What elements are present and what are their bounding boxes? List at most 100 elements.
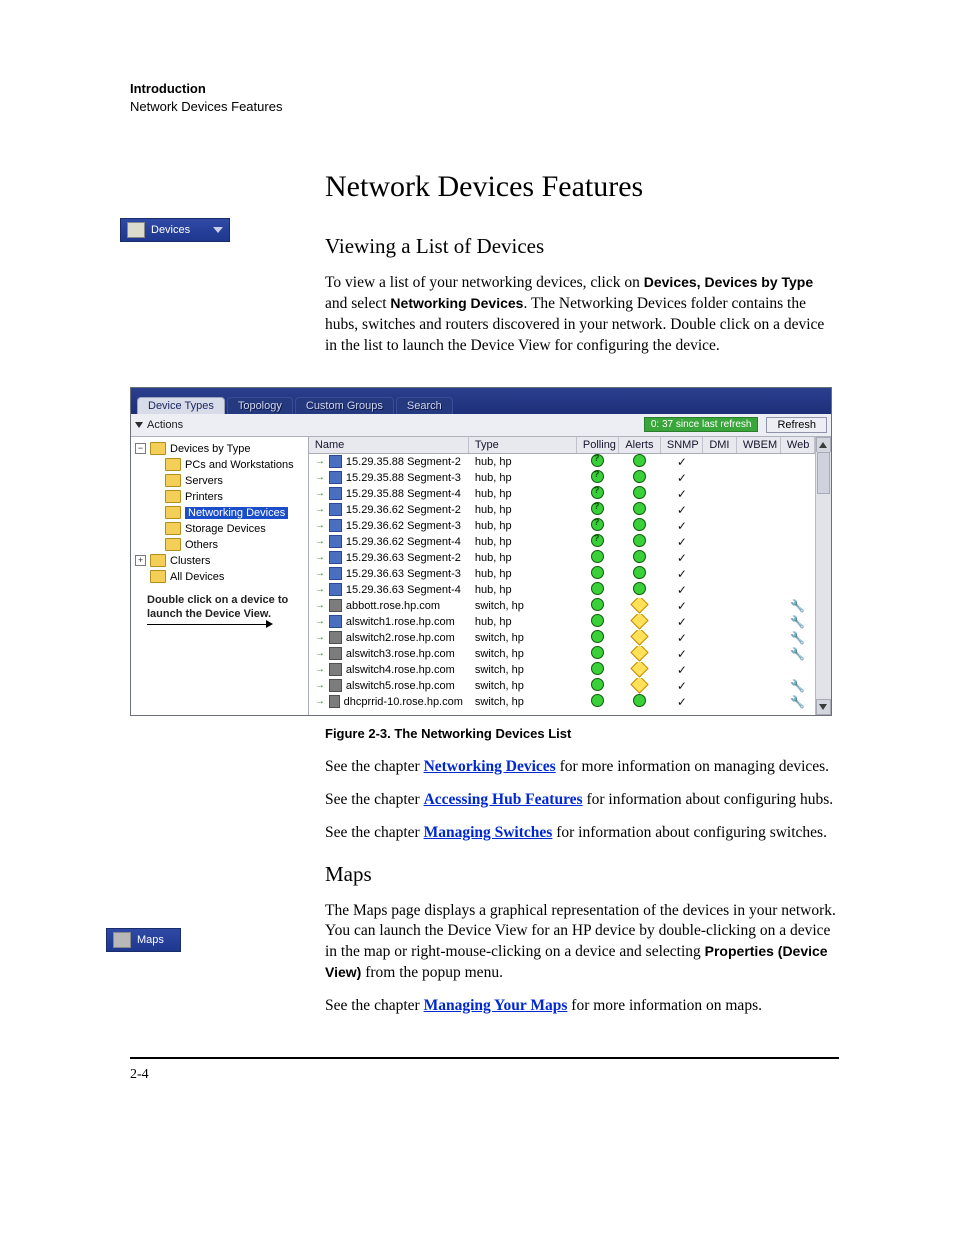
tab-topology[interactable]: Topology: [227, 397, 293, 414]
link-networking-devices[interactable]: Networking Devices: [424, 758, 556, 775]
running-header: Introduction Network Devices Features: [130, 80, 839, 115]
check-icon: ✓: [677, 487, 687, 501]
col-snmp[interactable]: SNMP: [661, 437, 703, 453]
status-ok-icon: [591, 694, 604, 707]
page-number: 2-4: [130, 1067, 839, 1083]
tree-item-selected[interactable]: Networking Devices: [185, 507, 288, 519]
table-row[interactable]: →15.29.36.62 Segment-4hub, hp✓: [309, 534, 815, 550]
scroll-thumb[interactable]: [817, 452, 830, 494]
table-row[interactable]: →15.29.35.88 Segment-2hub, hp✓: [309, 454, 815, 470]
tree-root[interactable]: Devices by Type: [170, 443, 251, 455]
col-dmi[interactable]: DMI: [703, 437, 737, 453]
tab-search[interactable]: Search: [396, 397, 453, 414]
folder-icon: [165, 522, 181, 535]
table-row[interactable]: →alswitch4.rose.hp.comswitch, hp✓: [309, 662, 815, 678]
link-managing-your-maps[interactable]: Managing Your Maps: [424, 997, 568, 1014]
expand-icon[interactable]: +: [135, 555, 146, 566]
status-ok-icon: [591, 646, 604, 659]
device-type: hub, hp: [469, 456, 577, 468]
col-alerts[interactable]: Alerts: [619, 437, 661, 453]
last-refresh-status: 0: 37 since last refresh: [644, 417, 759, 432]
section-heading-maps: Maps: [325, 862, 839, 887]
arrow-icon: →: [315, 664, 325, 675]
check-icon: ✓: [677, 535, 687, 549]
table-row[interactable]: →15.29.36.62 Segment-3hub, hp✓: [309, 518, 815, 534]
device-type: hub, hp: [469, 616, 577, 628]
tree-item[interactable]: Servers: [185, 475, 223, 487]
scrollbar[interactable]: [815, 437, 831, 715]
device-name: 15.29.35.88 Segment-4: [346, 488, 461, 500]
wrench-icon: 🔧: [790, 647, 805, 661]
table-row[interactable]: →dhcprrid-10.rose.hp.comswitch, hp✓🔧: [309, 694, 815, 710]
device-name: 15.29.36.62 Segment-3: [346, 520, 461, 532]
ref-para-1: See the chapter Networking Devices for m…: [325, 757, 839, 778]
col-name[interactable]: Name: [309, 437, 469, 453]
device-name: 15.29.36.63 Segment-3: [346, 568, 461, 580]
device-type: switch, hp: [469, 600, 577, 612]
device-type: hub, hp: [469, 488, 577, 500]
tree-clusters[interactable]: Clusters: [170, 555, 210, 567]
refresh-button[interactable]: Refresh: [766, 417, 827, 433]
tree-item[interactable]: Others: [185, 539, 218, 551]
device-icon: [329, 471, 342, 484]
table-row[interactable]: →alswitch5.rose.hp.comswitch, hp✓🔧: [309, 678, 815, 694]
table-row[interactable]: →15.29.36.63 Segment-2hub, hp✓: [309, 550, 815, 566]
col-wbem[interactable]: WBEM: [737, 437, 781, 453]
maps-badge-label: Maps: [137, 934, 164, 946]
device-type: hub, hp: [469, 536, 577, 548]
device-type: hub, hp: [469, 552, 577, 564]
device-name: dhcprrid-10.rose.hp.com: [344, 696, 463, 708]
tree-all-devices[interactable]: All Devices: [170, 571, 224, 583]
device-type: hub, hp: [469, 504, 577, 516]
device-type: switch, hp: [469, 632, 577, 644]
status-ok-icon: [591, 598, 604, 611]
device-name: 15.29.36.62 Segment-2: [346, 504, 461, 516]
tree-item[interactable]: Storage Devices: [185, 523, 266, 535]
device-name: 15.29.36.63 Segment-2: [346, 552, 461, 564]
devices-badge[interactable]: Devices: [120, 218, 230, 242]
scroll-down-icon[interactable]: [816, 699, 831, 715]
actions-menu[interactable]: Actions: [135, 419, 183, 431]
link-managing-switches[interactable]: Managing Switches: [424, 824, 553, 841]
figure-screenshot: Device Types Topology Custom Groups Sear…: [130, 387, 839, 716]
check-icon: ✓: [677, 599, 687, 613]
table-row[interactable]: →alswitch1.rose.hp.comhub, hp✓🔧: [309, 614, 815, 630]
device-tree[interactable]: − Devices by Type PCs and Workstations Se…: [131, 437, 309, 715]
folder-icon: [165, 474, 181, 487]
table-row[interactable]: →alswitch3.rose.hp.comswitch, hp✓🔧: [309, 646, 815, 662]
status-ok-icon: [591, 566, 604, 579]
device-name: alswitch4.rose.hp.com: [346, 664, 455, 676]
tree-item[interactable]: PCs and Workstations: [185, 459, 294, 471]
page-title: Network Devices Features: [325, 170, 839, 204]
link-accessing-hub-features[interactable]: Accessing Hub Features: [424, 791, 583, 808]
check-icon: ✓: [677, 519, 687, 533]
table-row[interactable]: →15.29.35.88 Segment-3hub, hp✓: [309, 470, 815, 486]
table-row[interactable]: →abbott.rose.hp.comswitch, hp✓🔧: [309, 598, 815, 614]
device-type: hub, hp: [469, 568, 577, 580]
device-icon: [329, 599, 342, 612]
arrow-icon: →: [315, 520, 325, 531]
folder-icon: [165, 506, 181, 519]
arrow-icon: →: [315, 616, 325, 627]
col-web[interactable]: Web: [781, 437, 815, 453]
table-row[interactable]: →15.29.36.63 Segment-3hub, hp✓: [309, 566, 815, 582]
col-polling[interactable]: Polling: [577, 437, 619, 453]
col-type[interactable]: Type: [469, 437, 577, 453]
folder-icon: [165, 458, 181, 471]
table-row[interactable]: →15.29.35.88 Segment-4hub, hp✓: [309, 486, 815, 502]
maps-badge[interactable]: Maps: [106, 928, 181, 952]
collapse-icon[interactable]: −: [135, 443, 146, 454]
grid-body[interactable]: →15.29.35.88 Segment-2hub, hp✓→15.29.35.…: [309, 454, 815, 715]
tab-custom-groups[interactable]: Custom Groups: [295, 397, 394, 414]
arrow-icon: →: [315, 504, 325, 515]
table-row[interactable]: →15.29.36.63 Segment-4hub, hp✓: [309, 582, 815, 598]
device-type: switch, hp: [469, 664, 577, 676]
scroll-up-icon[interactable]: [816, 437, 831, 452]
wrench-icon: 🔧: [790, 599, 805, 613]
tree-item[interactable]: Printers: [185, 491, 223, 503]
table-row[interactable]: →15.29.36.62 Segment-2hub, hp✓: [309, 502, 815, 518]
table-row[interactable]: →alswitch2.rose.hp.comswitch, hp✓🔧: [309, 630, 815, 646]
tab-device-types[interactable]: Device Types: [137, 397, 225, 414]
arrow-icon: →: [315, 456, 325, 467]
alert-ok-icon: [633, 694, 646, 707]
